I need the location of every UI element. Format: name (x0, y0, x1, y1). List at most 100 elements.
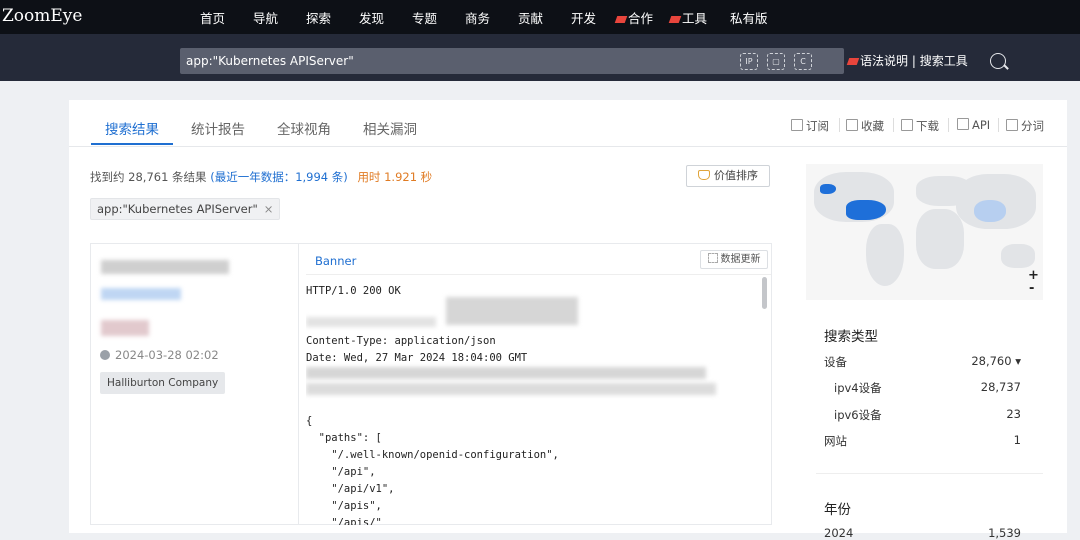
nav-private[interactable]: 私有版 (730, 8, 768, 27)
nav-business[interactable]: 商务 (465, 8, 490, 27)
download-button[interactable]: 下载 (901, 118, 939, 134)
facet-website[interactable]: 网站 (824, 433, 847, 449)
search-box: IP ▢ C (180, 48, 1006, 74)
map-south-america (866, 224, 904, 286)
facet-year-2024[interactable]: 2024 (824, 526, 853, 540)
facet-search-type-title: 搜索类型 (824, 329, 878, 345)
world-map[interactable]: + - (806, 164, 1043, 300)
download-icon (901, 119, 913, 131)
facet-year-2024-count: 1,539 (988, 526, 1021, 540)
toolbar-divider (893, 118, 894, 132)
facet-website-count: 1 (1013, 433, 1021, 447)
nav-explore[interactable]: 探索 (306, 8, 331, 27)
facet-ipv6[interactable]: ipv6设备 (834, 407, 882, 423)
toolbar-divider (998, 118, 999, 132)
c-segment-icon[interactable]: C (794, 53, 812, 70)
banner-line: "/apis", (306, 500, 382, 512)
result-summary: 找到约 28,761 条结果 (最近一年数据：1,994 条) 用时 1.921… (90, 169, 432, 185)
banner-content: HTTP/1.0 200 OK Content-Type: applicatio… (306, 274, 771, 525)
nav-cooperate[interactable]: 合作 (614, 8, 654, 27)
subscribe-label: 订阅 (806, 119, 829, 133)
map-china-highlight (974, 200, 1006, 222)
tab-stats-report[interactable]: 统计报告 (191, 118, 245, 138)
syntax-help-link[interactable]: 语法说明 (860, 54, 908, 68)
banner-line: "paths": [ (306, 432, 382, 444)
clock-icon (100, 350, 110, 360)
redacted-banner-line (306, 383, 716, 395)
banner-line: { (306, 415, 313, 427)
nav-discover[interactable]: 发现 (359, 8, 384, 27)
nav-cooperate-label: 合作 (628, 11, 654, 26)
nav-guide[interactable]: 导航 (253, 8, 278, 27)
tab-search-results[interactable]: 搜索结果 (105, 118, 159, 138)
banner-line: "/api/v1", (306, 483, 395, 495)
bookmark-icon (791, 119, 803, 131)
facet-panel: 搜索类型 设备 28,760 ▾ ipv4设备 28,737 ipv6设备 23… (806, 308, 1043, 540)
tokenize-button[interactable]: 分词 (1006, 118, 1044, 134)
api-label: API (972, 118, 991, 132)
redacted-ip (101, 260, 229, 274)
search-icon[interactable] (990, 53, 1006, 69)
filter-chip-label: app:"Kubernetes APIServer" (97, 202, 258, 216)
hot-tag-icon (614, 16, 628, 23)
query-time: 用时 1.921 秒 (357, 170, 433, 184)
redacted-banner-line (306, 367, 706, 379)
subscribe-button[interactable]: 订阅 (791, 118, 829, 134)
banner-line: Date: Wed, 27 Mar 2024 18:04:00 GMT (306, 352, 528, 364)
facet-year-title: 年份 (824, 502, 851, 518)
zoomeye-logo[interactable]: ZoomEye (2, 6, 82, 26)
tab-related-vulns[interactable]: 相关漏洞 (363, 118, 417, 138)
company-tag[interactable]: Halliburton Company (100, 372, 226, 394)
toolbar-divider (948, 118, 949, 132)
banner-line: "/apis/" (306, 517, 382, 525)
facet-ipv4[interactable]: ipv4设备 (834, 380, 882, 396)
link-icon (957, 118, 969, 130)
value-sort-button[interactable]: 价值排序 (686, 165, 770, 187)
map-zoom-out[interactable]: - (1029, 281, 1034, 296)
device-icon[interactable]: ▢ (767, 53, 785, 70)
toolbar-divider (839, 118, 840, 132)
nav-topics[interactable]: 专题 (412, 8, 437, 27)
map-usa-highlight (846, 200, 886, 220)
search-tools-link[interactable]: 搜索工具 (920, 54, 968, 68)
link-separator: | (911, 54, 916, 68)
nav-tools[interactable]: 工具 (668, 8, 707, 27)
ip-icon[interactable]: IP (740, 53, 758, 70)
banner-scrollbar[interactable] (762, 277, 767, 309)
facet-divider (816, 473, 1043, 474)
search-help-links: 语法说明 | 搜索工具 (846, 52, 968, 69)
filter-chip: app:"Kubernetes APIServer" × (90, 198, 281, 220)
top-navbar: ZoomEye 首页 导航 探索 发现 专题 商务 贡献 开发 合作 工具 私有… (0, 0, 1080, 34)
map-alaska-highlight (820, 184, 836, 194)
search-input[interactable] (186, 51, 706, 71)
result-banner-panel: Banner 数据更新 HTTP/1.0 200 OK Content-Type… (298, 244, 772, 525)
braces-icon (1006, 119, 1018, 131)
result-date-text: 2024-03-28 02:02 (115, 348, 219, 362)
star-icon (846, 119, 858, 131)
redacted-link (101, 288, 181, 300)
favorite-button[interactable]: 收藏 (846, 118, 884, 134)
redacted-banner-line (306, 317, 436, 327)
banner-line: "/api", (306, 466, 376, 478)
banner-tab[interactable]: Banner (315, 254, 356, 268)
facet-device-count[interactable]: 28,760 ▾ (971, 354, 1021, 368)
nav-home[interactable]: 首页 (200, 8, 225, 27)
hot-tag-icon (846, 58, 860, 65)
api-button[interactable]: API (957, 118, 990, 132)
data-update-label: 数据更新 (720, 254, 761, 265)
facet-ipv4-count: 28,737 (980, 380, 1021, 394)
diamond-icon (698, 170, 710, 180)
tab-global-view[interactable]: 全球视角 (277, 118, 331, 138)
refresh-icon (707, 253, 718, 263)
result-count: 找到约 28,761 条结果 (90, 170, 207, 184)
redacted-banner-line (446, 297, 578, 325)
result-host-info: 2024-03-28 02:02 Halliburton Company (91, 244, 298, 524)
data-update-button[interactable]: 数据更新 (700, 250, 768, 269)
close-icon[interactable]: × (264, 202, 274, 216)
tokenize-label: 分词 (1021, 119, 1044, 133)
nav-develop[interactable]: 开发 (571, 8, 596, 27)
facet-device[interactable]: 设备 (824, 354, 847, 370)
recent-year-count[interactable]: (最近一年数据：1,994 条) (210, 170, 348, 184)
nav-contribute[interactable]: 贡献 (518, 8, 543, 27)
redacted-country (101, 320, 149, 336)
